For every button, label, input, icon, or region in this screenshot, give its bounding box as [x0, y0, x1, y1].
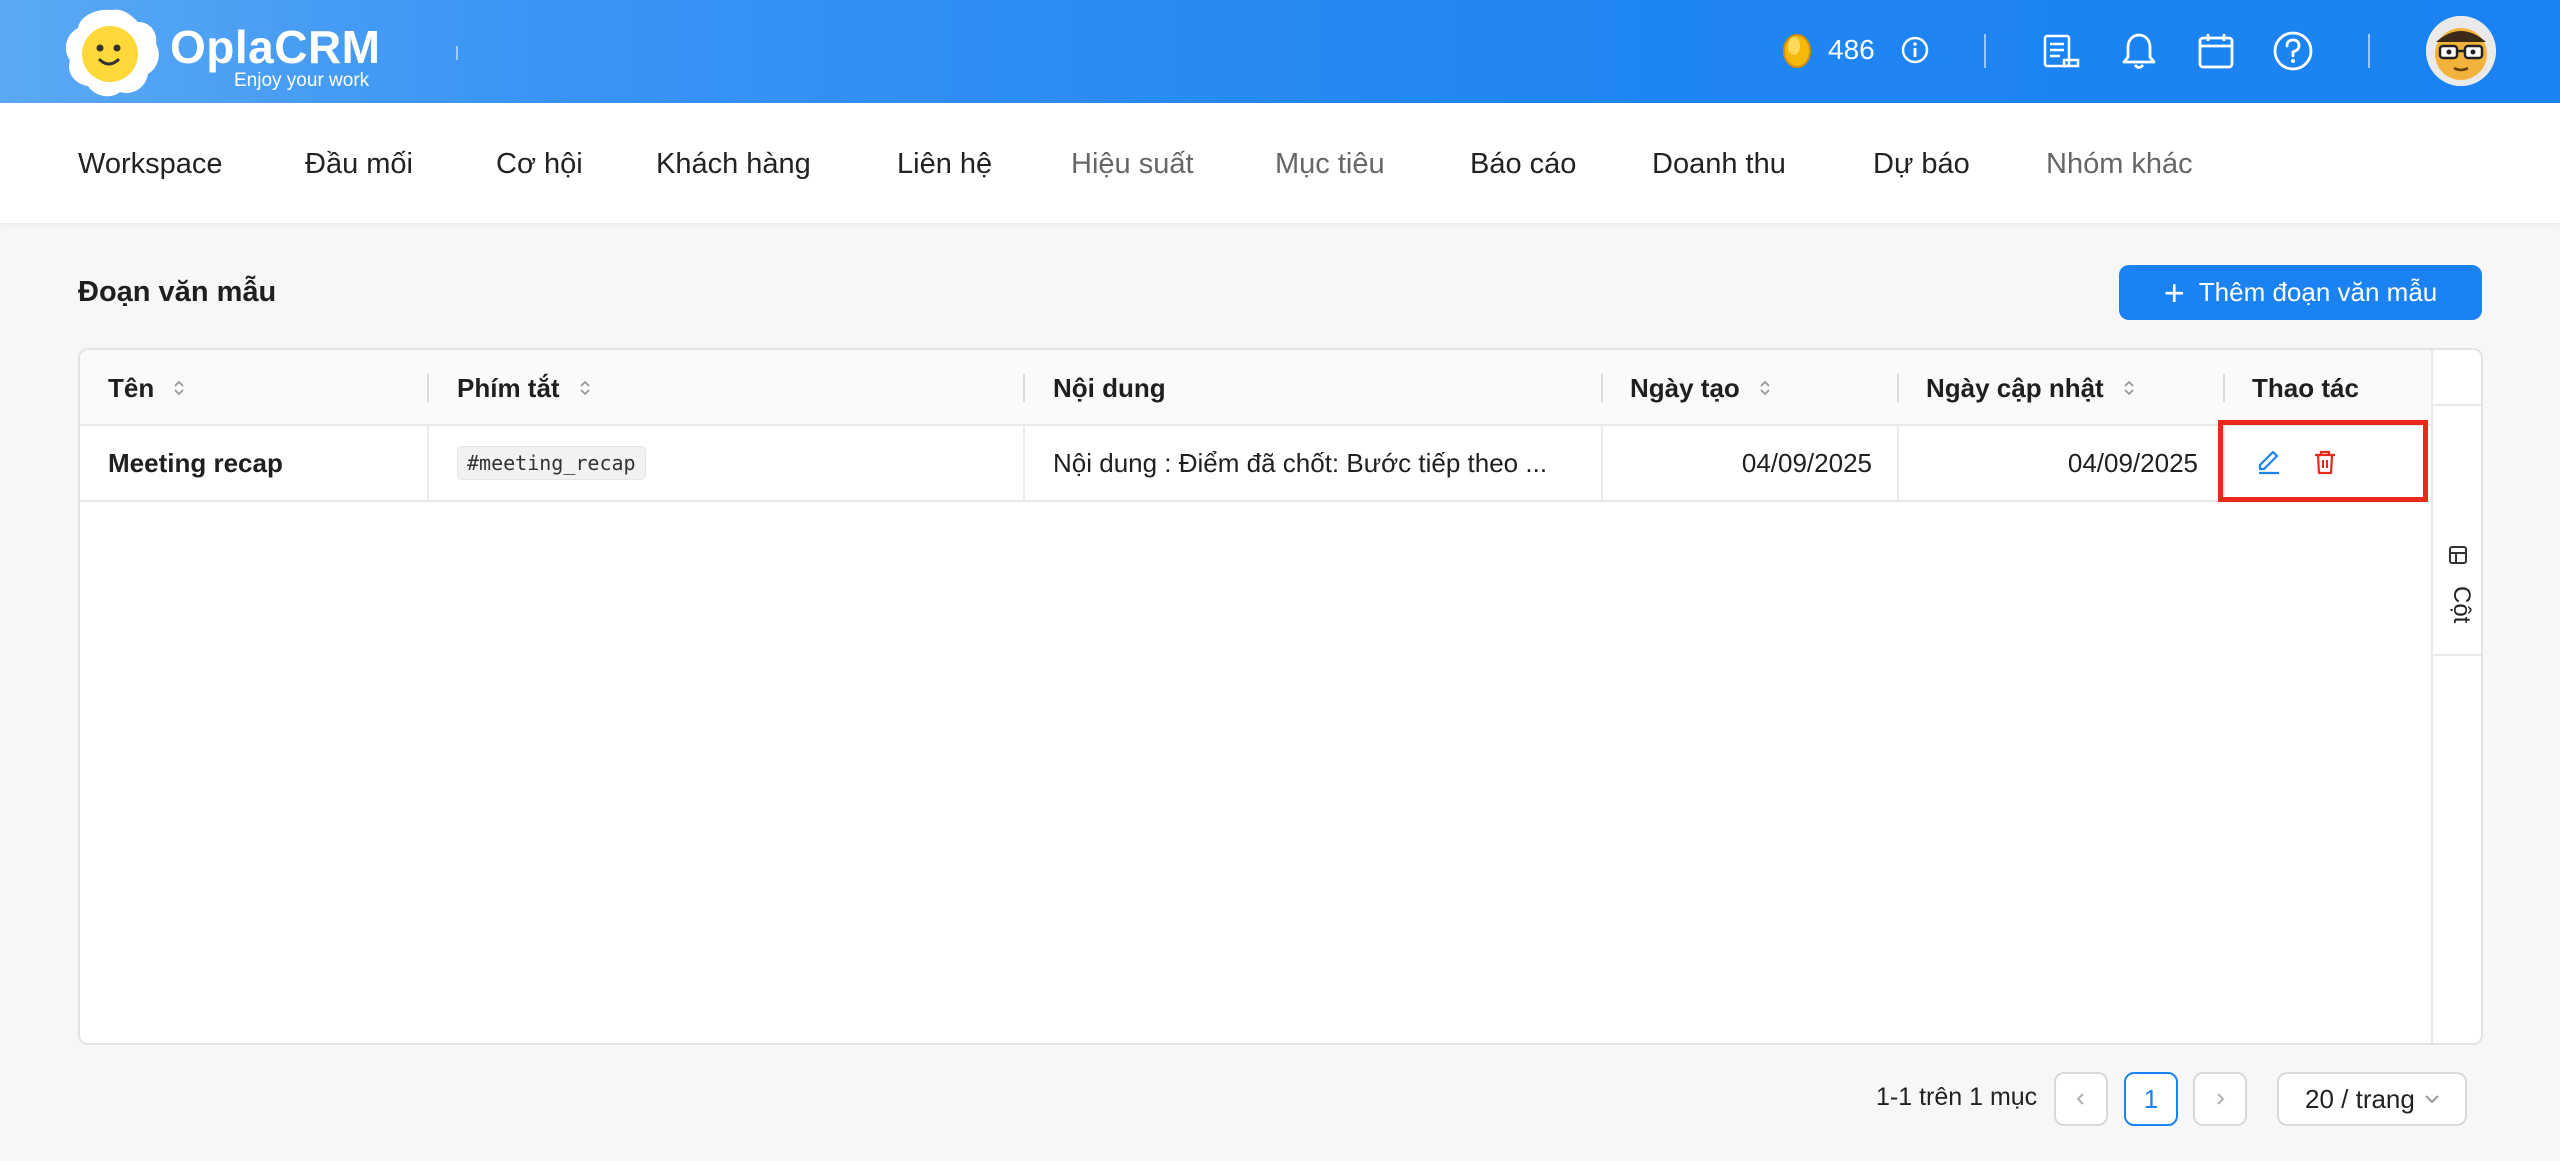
next-page-button[interactable]	[2193, 1072, 2247, 1126]
avatar-illustration	[2426, 16, 2496, 86]
main-nav: Workspace Đầu mối Cơ hội Khách hàng Liên…	[0, 103, 2560, 223]
nav-workspace[interactable]: Workspace	[78, 148, 223, 181]
help-icon[interactable]	[2272, 30, 2314, 72]
page-size-value: 20 / trang	[2305, 1083, 2415, 1114]
column-header-label: Phím tắt	[457, 372, 560, 403]
nav-doanh-thu[interactable]: Doanh thu	[1652, 148, 1786, 181]
nav-co-hoi[interactable]: Cơ hội	[496, 148, 583, 181]
plus-icon: +	[2163, 271, 2185, 313]
nav-dau-moi[interactable]: Đầu mối	[305, 148, 413, 181]
side-panel-tab[interactable]: Cột	[2433, 406, 2481, 656]
add-template-button[interactable]: + Thêm đoạn văn mẫu	[2119, 265, 2482, 320]
brand-tagline: Enjoy your work	[234, 70, 370, 91]
nav-lien-he[interactable]: Liên hệ	[897, 148, 992, 181]
brand-name: OplaCRM	[170, 21, 381, 73]
nav-du-bao[interactable]: Dự báo	[1873, 148, 1970, 181]
chevron-right-icon	[2217, 1093, 2225, 1105]
column-header-created[interactable]: Ngày tạo	[1602, 350, 1898, 426]
column-header-label: Thao tác	[2252, 372, 2359, 403]
column-header-actions: Thao tác	[2224, 350, 2432, 426]
column-header-label: Tên	[108, 372, 155, 403]
shortcut-code: #meeting_recap	[457, 446, 646, 480]
column-header-name[interactable]: Tên	[80, 350, 428, 426]
column-header-shortcut[interactable]: Phím tắt	[429, 350, 1023, 426]
page-title: Đoạn văn mẫu	[78, 276, 277, 308]
columns-icon	[2449, 546, 2467, 564]
bell-icon[interactable]	[2118, 30, 2160, 72]
add-template-label: Thêm đoạn văn mẫu	[2198, 277, 2438, 307]
sort-icon[interactable]	[578, 378, 592, 398]
sort-icon[interactable]	[172, 378, 186, 398]
chevron-left-icon	[2076, 1093, 2084, 1105]
chevron-down-icon	[2425, 1095, 2439, 1104]
prev-page-button[interactable]	[2054, 1072, 2108, 1126]
column-header-updated[interactable]: Ngày cập nhật	[1898, 350, 2224, 426]
table-header: Tên Phím tắt Nội dung Ngày tạo Ngày cập …	[80, 350, 2432, 426]
header-divider	[2368, 34, 2370, 68]
column-header-label: Ngày cập nhật	[1926, 372, 2104, 403]
page-size-select[interactable]: 20 / trang	[2277, 1072, 2467, 1126]
brand-divider	[456, 46, 458, 60]
opla-logo[interactable]	[62, 4, 162, 99]
sort-icon[interactable]	[2122, 378, 2136, 398]
columns-label: Cột	[2448, 586, 2475, 624]
calendar-icon[interactable]	[2195, 30, 2237, 72]
cell-name: Meeting recap	[108, 447, 283, 478]
coin-count: 486	[1828, 34, 1875, 65]
sort-icon[interactable]	[1758, 378, 1772, 398]
column-header-content: Nội dung	[1025, 350, 1601, 426]
edit-icon[interactable]	[2254, 447, 2284, 477]
table-row[interactable]: Meeting recap #meeting_recap Nội dung : …	[80, 426, 2432, 502]
cell-shortcut: #meeting_recap	[429, 426, 1023, 500]
info-icon[interactable]	[1901, 36, 1929, 64]
column-settings-panel[interactable]: Cột	[2431, 350, 2481, 1043]
nav-khach-hang[interactable]: Khách hàng	[656, 148, 811, 181]
nav-muc-tieu[interactable]: Mục tiêu	[1275, 148, 1385, 181]
side-panel-header	[2433, 350, 2481, 406]
nav-bao-cao[interactable]: Báo cáo	[1470, 148, 1576, 181]
task-list-icon[interactable]	[2040, 30, 2082, 72]
top-bar: OplaCRM Enjoy your work 486	[0, 0, 2560, 103]
coin-icon	[1783, 34, 1811, 68]
nav-nhom-khac[interactable]: Nhóm khác	[2046, 148, 2193, 181]
cell-created: 04/09/2025	[1741, 447, 1872, 478]
page-button[interactable]: 1	[2124, 1072, 2178, 1126]
column-header-label: Nội dung	[1053, 372, 1166, 403]
avatar[interactable]	[2426, 16, 2496, 86]
templates-table: Tên Phím tắt Nội dung Ngày tạo Ngày cập …	[78, 348, 2483, 1045]
pagination-info: 1-1 trên 1 mục	[1876, 1083, 2038, 1111]
cell-content: Nội dung : Điểm đã chốt: Bước tiếp theo …	[1053, 447, 1548, 478]
header-divider	[1984, 34, 1986, 68]
delete-icon[interactable]	[2310, 447, 2340, 477]
cell-updated: 04/09/2025	[2067, 447, 2198, 478]
nav-hieu-suat[interactable]: Hiệu suất	[1071, 148, 1194, 181]
column-header-label: Ngày tạo	[1630, 372, 1740, 403]
